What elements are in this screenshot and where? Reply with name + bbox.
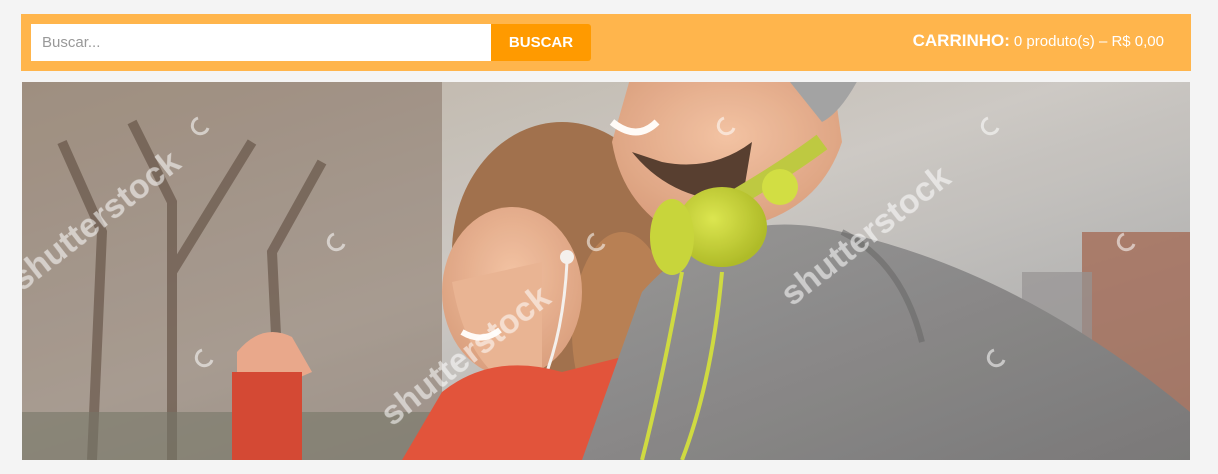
cart-info: 0 produto(s) – R$ 0,00 (1013, 33, 1164, 50)
hero-photo: shutterstock shutterstock shutterstock (22, 82, 1190, 460)
search-button[interactable]: BUSCAR (491, 24, 591, 61)
hero-banner-image: shutterstock shutterstock shutterstock (22, 82, 1190, 460)
cart-label: CARRINHO: (912, 31, 1010, 50)
search-input[interactable] (31, 24, 491, 61)
cart-summary[interactable]: CARRINHO: 0 produto(s) – R$ 0,00 (913, 31, 1164, 51)
header-bar: BUSCAR CARRINHO: 0 produto(s) – R$ 0,00 (21, 14, 1191, 71)
